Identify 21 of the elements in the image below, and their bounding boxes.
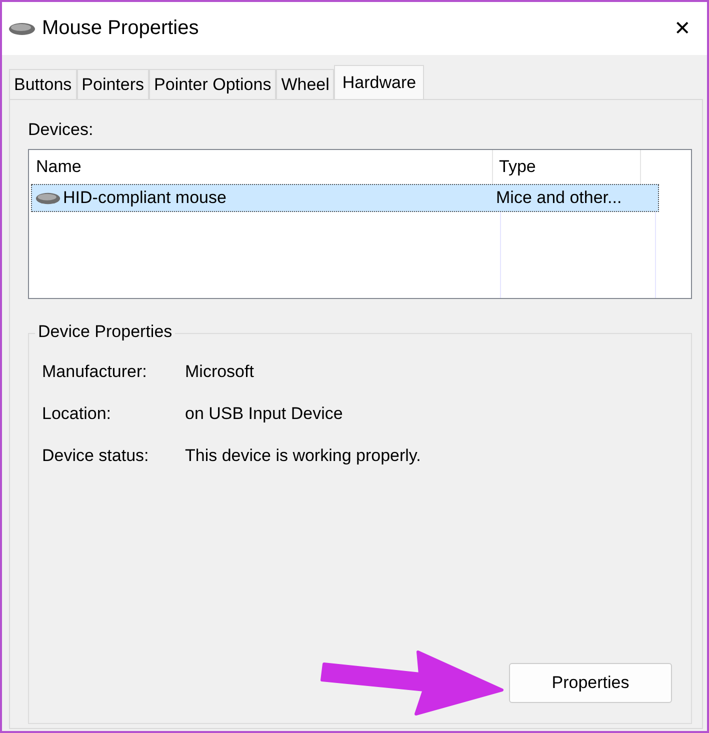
group-title: Device Properties — [35, 322, 176, 342]
close-button[interactable]: ✕ — [664, 12, 701, 45]
tab[interactable]: Hardware — [334, 65, 424, 99]
tab[interactable]: Pointer Options — [149, 69, 276, 99]
properties-button[interactable]: Properties — [509, 663, 672, 703]
tab[interactable]: Buttons — [9, 69, 77, 99]
mouse-icon — [35, 192, 61, 204]
device-name: HID-compliant mouse — [63, 188, 226, 208]
window-title: Mouse Properties — [42, 17, 200, 40]
field-value: This device is working properly. — [185, 446, 421, 466]
field-label: Device status: — [42, 446, 150, 466]
field-value: Microsoft — [185, 362, 255, 382]
field-value: on USB Input Device — [185, 404, 344, 424]
device-row[interactable]: HID-compliant mouse Mice and other... — [31, 184, 659, 212]
field-label: Location: — [42, 404, 112, 424]
device-type: Mice and other... — [495, 188, 623, 208]
field-label: Manufacturer: — [42, 362, 148, 382]
tab[interactable]: Wheel — [276, 69, 334, 99]
devices-label: Devices: — [28, 120, 94, 140]
mouse-icon — [8, 22, 36, 36]
tab[interactable]: Pointers — [76, 69, 150, 99]
